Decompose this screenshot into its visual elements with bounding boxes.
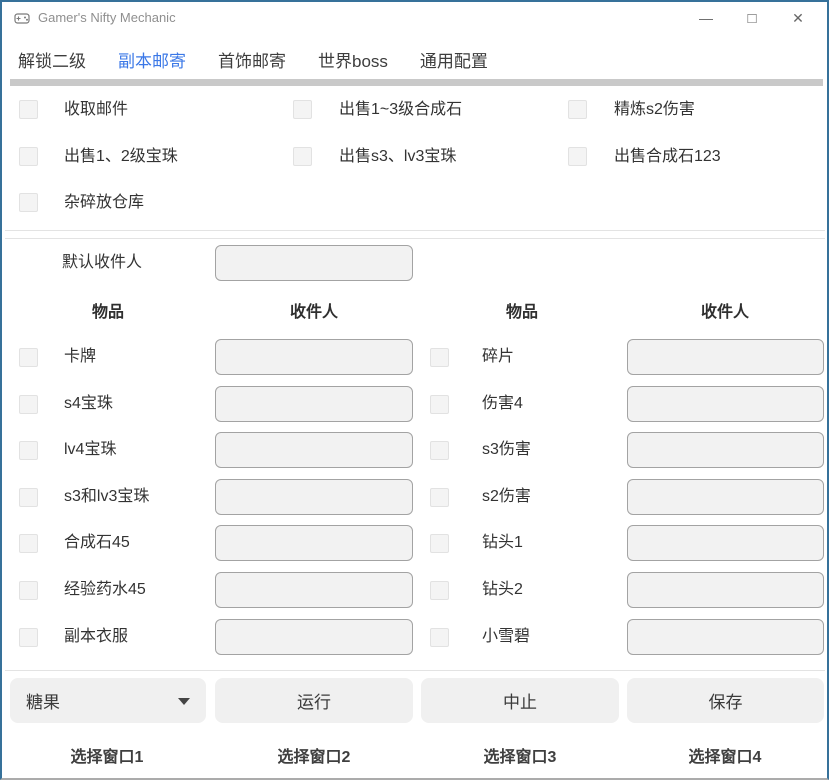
option-label: 出售1、2级宝珠 <box>64 147 178 167</box>
select-window-4-label[interactable]: 选择窗口4 <box>689 743 762 767</box>
item-label: s3伤害 <box>482 432 531 468</box>
maximize-icon[interactable]: □ <box>729 2 775 34</box>
divider <box>5 238 825 239</box>
tab-general-config[interactable]: 通用配置 <box>420 47 488 72</box>
item-label: 小雪碧 <box>482 619 530 655</box>
select-window-3-label[interactable]: 选择窗口3 <box>484 743 557 767</box>
checkbox-item[interactable] <box>430 488 449 507</box>
column-header-recipient-left: 收件人 <box>290 298 338 322</box>
item-label: 卡牌 <box>64 339 96 375</box>
item-label: s4宝珠 <box>64 386 113 422</box>
recipient-input[interactable] <box>215 386 413 422</box>
option-label: 精炼s2伤害 <box>614 100 695 120</box>
option-label: 杂碎放仓库 <box>64 193 144 213</box>
item-label: lv4宝珠 <box>64 432 116 468</box>
item-label: s3和lv3宝珠 <box>64 479 149 515</box>
recipient-input[interactable] <box>627 432 824 468</box>
item-label: 碎片 <box>482 339 514 375</box>
recipient-input[interactable] <box>627 386 824 422</box>
checkbox-item[interactable] <box>430 441 449 460</box>
recipient-input[interactable] <box>627 479 824 515</box>
select-window-2-label[interactable]: 选择窗口2 <box>278 743 351 767</box>
recipient-input[interactable] <box>215 525 413 561</box>
item-label: 钻头2 <box>482 572 523 608</box>
recipient-input[interactable] <box>215 619 413 655</box>
item-label: 伤害4 <box>482 386 523 422</box>
checkbox-sell-gems-1-2[interactable] <box>19 147 38 166</box>
tab-divider-bar <box>10 79 823 86</box>
item-label: 合成石45 <box>64 525 130 561</box>
tab-world-boss[interactable]: 世界boss <box>318 47 388 72</box>
recipient-input[interactable] <box>627 525 824 561</box>
recipient-input[interactable] <box>215 339 413 375</box>
recipient-input[interactable] <box>627 619 824 655</box>
recipient-input[interactable] <box>627 339 824 375</box>
item-label: s2伤害 <box>482 479 531 515</box>
option-label: 出售s3、lv3宝珠 <box>339 147 456 167</box>
recipient-input[interactable] <box>215 479 413 515</box>
recipient-input[interactable] <box>627 572 824 608</box>
checkbox-item[interactable] <box>19 348 38 367</box>
checkbox-item[interactable] <box>430 348 449 367</box>
checkbox-item[interactable] <box>19 488 38 507</box>
checkbox-junk-to-warehouse[interactable] <box>19 193 38 212</box>
column-header-recipient-right: 收件人 <box>701 298 749 322</box>
checkbox-item[interactable] <box>430 395 449 414</box>
checkbox-item[interactable] <box>19 395 38 414</box>
checkbox-item[interactable] <box>19 534 38 553</box>
divider <box>5 670 825 671</box>
checkbox-collect-mail[interactable] <box>19 100 38 119</box>
item-label: 钻头1 <box>482 525 523 561</box>
column-header-item-right: 物品 <box>506 298 538 322</box>
app-window: Gamer's Nifty Mechanic — □ ✕ 解锁二级 副本邮寄 首… <box>0 0 829 780</box>
option-label: 出售合成石123 <box>614 147 721 167</box>
checkbox-sell-synth-stone-1-3[interactable] <box>293 100 312 119</box>
checkbox-item[interactable] <box>430 534 449 553</box>
default-recipient-label: 默认收件人 <box>62 245 142 281</box>
recipient-input[interactable] <box>215 432 413 468</box>
checkbox-sell-synth-stone-123[interactable] <box>568 147 587 166</box>
default-recipient-input[interactable] <box>215 245 413 281</box>
minimize-icon[interactable]: — <box>683 2 729 34</box>
tab-jewelry-mail[interactable]: 首饰邮寄 <box>218 47 286 72</box>
checkbox-sell-s3-lv3-gems[interactable] <box>293 147 312 166</box>
window-select-dropdown[interactable]: 糖果 <box>10 678 206 723</box>
run-button[interactable]: 运行 <box>215 678 413 723</box>
close-icon[interactable]: ✕ <box>775 2 821 34</box>
tab-bar: 解锁二级 副本邮寄 首饰邮寄 世界boss 通用配置 <box>18 47 488 72</box>
window-title: Gamer's Nifty Mechanic <box>38 2 176 34</box>
option-label: 收取邮件 <box>64 100 128 120</box>
checkbox-item[interactable] <box>19 581 38 600</box>
recipient-input[interactable] <box>215 572 413 608</box>
select-window-1-label[interactable]: 选择窗口1 <box>71 743 144 767</box>
tab-unlock-level2[interactable]: 解锁二级 <box>18 47 86 72</box>
dropdown-selected-value: 糖果 <box>26 688 60 713</box>
item-label: 经验药水45 <box>64 572 146 608</box>
checkbox-item[interactable] <box>430 581 449 600</box>
chevron-down-icon <box>178 698 190 705</box>
tab-dungeon-mail[interactable]: 副本邮寄 <box>118 47 186 72</box>
window-controls: — □ ✕ <box>683 2 821 34</box>
title-bar: Gamer's Nifty Mechanic — □ ✕ <box>2 2 827 34</box>
option-label: 出售1~3级合成石 <box>339 100 462 120</box>
stop-button[interactable]: 中止 <box>421 678 619 723</box>
gamepad-app-icon <box>14 10 30 26</box>
checkbox-item[interactable] <box>19 628 38 647</box>
checkbox-item[interactable] <box>430 628 449 647</box>
column-header-item-left: 物品 <box>92 298 124 322</box>
checkbox-refine-s2-damage[interactable] <box>568 100 587 119</box>
divider <box>5 230 825 231</box>
checkbox-item[interactable] <box>19 441 38 460</box>
save-button[interactable]: 保存 <box>627 678 824 723</box>
item-label: 副本衣服 <box>64 619 128 655</box>
